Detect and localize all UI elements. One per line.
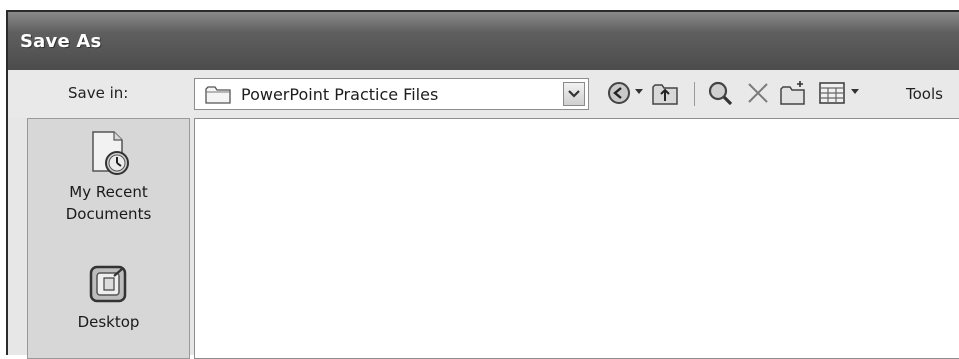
desktop-icon	[89, 265, 126, 303]
dropdown-arrow-icon[interactable]	[634, 88, 644, 96]
save-in-location: PowerPoint Practice Files	[241, 85, 439, 104]
save-in-label: Save in:	[68, 84, 129, 102]
tools-menu[interactable]: Tools	[906, 85, 943, 103]
title-bar[interactable]: Save As	[8, 12, 959, 70]
delete-icon[interactable]	[746, 81, 770, 105]
search-web-icon[interactable]	[706, 79, 734, 107]
up-folder-icon[interactable]	[650, 79, 680, 107]
save-in-toolbar: Save in: PowerPoint Practice Files Tools	[8, 70, 959, 118]
file-list[interactable]	[194, 118, 959, 359]
dropdown-button[interactable]	[563, 82, 585, 106]
chevron-down-icon	[568, 90, 580, 98]
new-folder-icon[interactable]	[778, 79, 808, 107]
dropdown-arrow-icon[interactable]	[850, 88, 860, 96]
places-item-desktop[interactable]: Desktop	[28, 261, 189, 333]
dialog-title: Save As	[20, 31, 102, 52]
folder-icon	[205, 86, 231, 104]
back-icon[interactable]	[606, 80, 632, 106]
places-item-label: My Recent	[69, 183, 148, 201]
views-icon[interactable]	[818, 80, 846, 106]
places-item-label: Desktop	[77, 313, 140, 331]
places-bar: My Recent Documents Desktop	[27, 118, 190, 359]
save-as-dialog: Save As Save in: PowerPoint Practice Fil…	[6, 10, 959, 359]
save-in-dropdown[interactable]: PowerPoint Practice Files	[194, 78, 589, 110]
places-item-label: Documents	[65, 205, 152, 223]
toolbar-separator	[694, 82, 695, 106]
places-item-my-recent-documents[interactable]: My Recent Documents	[28, 129, 189, 225]
recent-documents-icon	[91, 131, 129, 175]
